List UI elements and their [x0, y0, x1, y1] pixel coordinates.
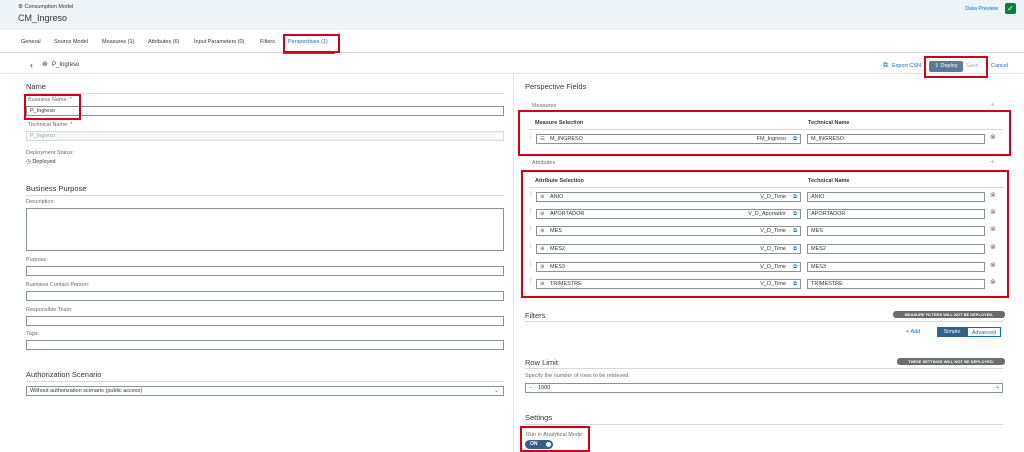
check-icon[interactable]: ✓ [1005, 3, 1016, 14]
tab-attributes[interactable]: Attributes (6) [148, 39, 179, 45]
highlight-measures [518, 110, 1011, 156]
minus-icon[interactable]: − [529, 384, 532, 392]
shell-bar [0, 0, 1024, 30]
highlight-business-name [24, 94, 81, 120]
object-header [0, 56, 1024, 74]
tab-filters[interactable]: Filters [260, 39, 275, 45]
business-name-input[interactable]: P_Ingreso [26, 106, 504, 116]
tab-input-parameters[interactable]: Input Parameters (0) [194, 39, 244, 45]
perspective-icon: ⊛ [42, 61, 48, 68]
tab-bar: General Source Model Measures (1) Attrib… [0, 30, 1024, 53]
add-attribute-icon[interactable]: + [990, 158, 995, 166]
save-button[interactable]: Save [966, 63, 979, 69]
tags-label: Tags: [26, 331, 40, 337]
row-limit-title: Row Limit [525, 358, 558, 367]
measures-label: Measures [532, 103, 557, 109]
simple-toggle-button[interactable]: Simple [937, 327, 967, 337]
row-limit-stepper[interactable]: − 1000 + [525, 383, 1003, 393]
description-label: Description: [26, 199, 56, 205]
purpose-label: Purpose: [26, 257, 49, 263]
highlight-perspectives-tab [283, 34, 340, 53]
row-limit-warning-badge: THESE SETTINGS WILL NOT BE DEPLOYED. [897, 358, 1005, 365]
export-icon[interactable]: ⧉ [883, 62, 888, 69]
contact-label: Business Contact Person: [26, 282, 90, 288]
section-divider [525, 424, 1003, 425]
chevron-down-icon: ⌄ [493, 388, 499, 394]
back-icon[interactable]: ‹ [30, 60, 33, 70]
authorization-select[interactable]: Without authorization scenario (public a… [26, 386, 504, 396]
technical-name-label: Technical Name: * [28, 122, 73, 128]
tags-input[interactable] [26, 340, 504, 350]
tab-general[interactable]: General [21, 39, 41, 45]
data-preview-link[interactable]: Data Preview [965, 6, 998, 12]
highlight-analytical-mode [520, 426, 590, 452]
perspective-fields-title: Perspective Fields [525, 82, 587, 91]
tab-measures[interactable]: Measures (1) [102, 39, 134, 45]
team-input[interactable] [26, 316, 504, 326]
advanced-toggle-button[interactable]: Advanced [967, 327, 1001, 337]
name-section-title: Name [26, 82, 47, 91]
tab-source-model[interactable]: Source Model [54, 39, 88, 45]
settings-title: Settings [525, 413, 553, 422]
authorization-title: Authorization Scenario [26, 370, 102, 379]
purpose-input[interactable] [26, 266, 504, 276]
section-divider [26, 381, 504, 382]
filters-warning-badge: MEASURE FILTERS WILL NOT BE DEPLOYED. [893, 311, 1005, 318]
description-textarea[interactable] [26, 208, 504, 251]
section-divider [525, 321, 1003, 322]
filters-title: Filters [525, 311, 546, 320]
perspective-name: P_Ingreso [52, 62, 80, 68]
section-divider [26, 195, 504, 196]
cancel-button[interactable]: Cancel [991, 63, 1008, 69]
business-purpose-title: Business Purpose [26, 184, 87, 193]
highlight-attributes [521, 170, 1009, 298]
technical-name-input: P_Ingreso [26, 131, 504, 141]
team-label: Responsible Team: [26, 307, 73, 313]
plus-icon[interactable]: + [996, 384, 999, 392]
row-limit-description: Specify the number of rows to be retriev… [525, 373, 630, 379]
app-subtitle: ⚙ Consumption Model [18, 4, 74, 10]
export-csn-button[interactable]: Export CSN [892, 63, 921, 69]
contact-input[interactable] [26, 291, 504, 301]
section-divider [525, 368, 1003, 369]
pane-divider [513, 74, 514, 452]
model-icon: ⚙ [18, 4, 23, 10]
add-measure-icon[interactable]: + [990, 101, 995, 109]
deployment-status: ◷ Deployed [26, 159, 56, 165]
add-filter-button[interactable]: + Add [906, 329, 920, 335]
app-title: CM_Ingreso [18, 13, 68, 23]
attributes-label: Attributes [532, 160, 556, 166]
deployment-status-label: Deployment Status: [26, 150, 74, 156]
section-divider [26, 93, 504, 94]
